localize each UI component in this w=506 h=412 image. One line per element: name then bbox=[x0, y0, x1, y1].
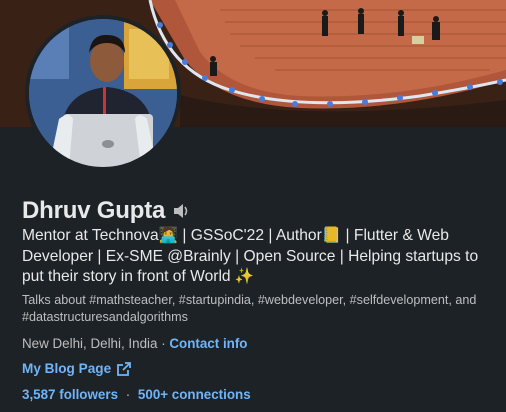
profile-photo[interactable] bbox=[25, 15, 181, 171]
speaker-icon[interactable] bbox=[171, 201, 191, 221]
profile-location: New Delhi, Delhi, India bbox=[22, 336, 158, 351]
network-stats: 3,587 followers · 500+ connections bbox=[22, 387, 251, 402]
location-row: New Delhi, Delhi, India · Contact info bbox=[22, 336, 247, 351]
location-separator: · bbox=[157, 336, 170, 351]
name-row: Dhruv Gupta bbox=[22, 197, 191, 225]
profile-name: Dhruv Gupta bbox=[22, 197, 166, 224]
blog-link-label: My Blog Page bbox=[22, 361, 112, 376]
avatar-image bbox=[29, 19, 177, 167]
profile-card: Dhruv Gupta Mentor at Technova🧑‍💻 | GSSo… bbox=[0, 0, 506, 412]
stats-separator: · bbox=[122, 387, 134, 402]
profile-topics: Talks about #mathsteacher, #startupindia… bbox=[22, 293, 477, 324]
followers-link[interactable]: 3,587 followers bbox=[22, 387, 118, 402]
blog-link[interactable]: My Blog Page bbox=[22, 361, 132, 376]
contact-info-link[interactable]: Contact info bbox=[169, 336, 247, 351]
connections-link[interactable]: 500+ connections bbox=[138, 387, 251, 402]
profile-headline: Mentor at Technova🧑‍💻 | GSSoC'22 | Autho… bbox=[22, 227, 479, 285]
external-link-icon bbox=[117, 361, 132, 376]
